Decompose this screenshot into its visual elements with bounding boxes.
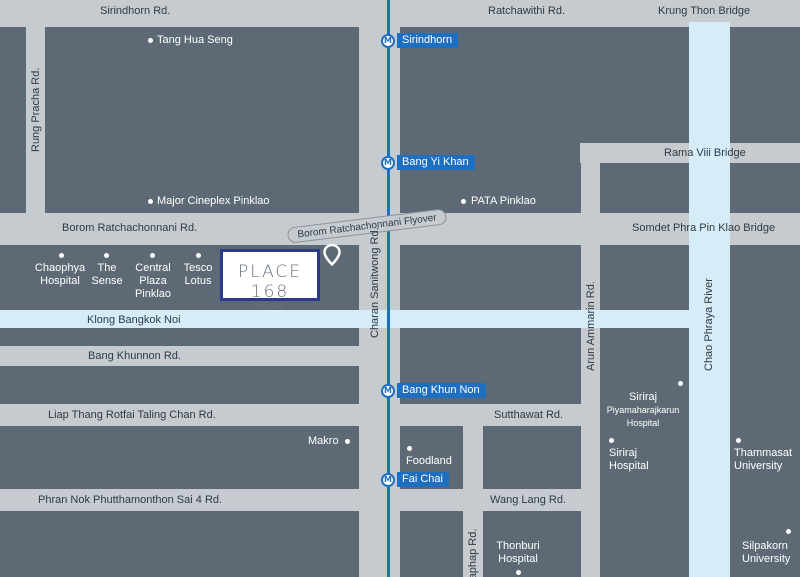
poi-dot (150, 253, 155, 258)
poi-line: Lotus (184, 275, 212, 287)
label-ratchawithi-rd: Ratchawithi Rd. (488, 5, 566, 17)
poi-line: The (97, 262, 117, 274)
label-sirindhorn-rd: Sirindhorn Rd. (100, 5, 171, 17)
poi-chaophya-hospital[interactable]: Chaophya Hospital (30, 262, 90, 288)
poi-thammasat[interactable]: Thammasat University (734, 447, 792, 473)
poi-dot (148, 199, 153, 204)
poi-dot (148, 38, 153, 43)
poi-line: Sense (91, 275, 123, 287)
poi-line: Tesco (183, 262, 213, 274)
poi-central-plaza[interactable]: Central Plaza Pinklao (128, 262, 178, 301)
poi-siriraj-hospital[interactable]: Siriraj Hospital (609, 447, 649, 473)
label-wang-lang-rd: Wang Lang Rd. (490, 494, 567, 506)
label-chao-phraya-river: Chao Phraya River (703, 278, 715, 371)
poi-siriraj-piyamaharajkarun[interactable]: Siriraj Piyamaharajkarun Hospital (598, 391, 688, 430)
rail-line (387, 0, 390, 577)
poi-thonburi-hospital[interactable]: Thonburi Hospital (488, 540, 548, 566)
poi-dot (516, 570, 521, 575)
label-somdet-bridge: Somdet Phra Pin Klao Bridge (632, 222, 776, 234)
metro-icon: M (381, 155, 395, 170)
poi-silpakorn[interactable]: Silpakorn University (742, 540, 790, 566)
station-label: Bang Yi Khan (397, 155, 475, 170)
label-borom-ratchachonnani-rd: Borom Ratchachonnani Rd. (62, 222, 198, 234)
label-sutthawat-rd: Sutthawat Rd. (494, 409, 564, 421)
place-sub: PINKLAO (255, 304, 285, 310)
poi-line: Pinklao (134, 288, 172, 300)
poi-dot (345, 439, 350, 444)
poi-line: Thonburi (496, 540, 540, 552)
label-rung-pracha-rd: Rung Pracha Rd. (30, 67, 42, 152)
poi-line: Chaophya (34, 262, 86, 274)
poi-major-cineplex[interactable]: Major Cineplex Pinklao (157, 195, 270, 208)
poi-line: Hospital (498, 553, 538, 565)
poi-dot (104, 253, 109, 258)
poi-line: Siriraj (609, 447, 638, 459)
metro-icon: M (381, 33, 395, 48)
poi-line: Piyamaharajkarun (606, 405, 680, 415)
poi-line: Hospital (609, 460, 649, 472)
poi-dot (786, 529, 791, 534)
poi-pata-pinklao[interactable]: PATA Pinklao (471, 195, 536, 208)
station-fai-chai[interactable]: M Fai Chai (381, 471, 449, 488)
label-charan-sanitwong-rd: Charan Sanitwong Rd. (369, 227, 381, 338)
poi-line: Central (135, 262, 171, 274)
poi-dot (461, 199, 466, 204)
label-bang-khunnon-rd: Bang Khunnon Rd. (88, 350, 181, 362)
label-rama-viii-bridge: Rama Viii Bridge (664, 147, 746, 159)
poi-dot (407, 446, 412, 451)
poi-line: University (742, 553, 791, 565)
poi-dot (678, 381, 683, 386)
station-label: Bang Khun Non (397, 383, 486, 398)
label-arun-ammarin-rd: Arun Ammarin Rd. (585, 281, 597, 371)
poi-makro[interactable]: Makro (308, 435, 339, 448)
label-itsaraphap-rd: raphap Rd. (467, 528, 479, 577)
poi-line: Hospital (40, 275, 80, 287)
poi-tang-hua-seng[interactable]: Tang Hua Seng (157, 34, 233, 47)
station-label: Sirindhorn (397, 33, 459, 48)
label-krung-thon-bridge: Krung Thon Bridge (658, 5, 751, 17)
poi-line: Silpakorn (742, 540, 788, 552)
metro-icon: M (381, 383, 395, 398)
label-phran-nok-rd: Phran Nok Phutthamonthon Sai 4 Rd. (38, 494, 223, 506)
poi-the-sense[interactable]: The Sense (88, 262, 126, 288)
poi-line: Hospital (626, 418, 660, 428)
station-label: Fai Chai (397, 472, 449, 487)
poi-line: University (734, 460, 783, 472)
poi-dot (736, 438, 741, 443)
poi-line: Siriraj (628, 391, 658, 403)
poi-foodland[interactable]: Foodland (406, 455, 452, 468)
station-sirindhorn[interactable]: M Sirindhorn (381, 32, 459, 49)
poi-line: Thammasat (734, 447, 793, 459)
place-168-logo[interactable]: PLACE 168 PINKLAO (220, 249, 320, 310)
poi-dot (196, 253, 201, 258)
label-liap-thang-rd: Liap Thang Rotfai Taling Chan Rd. (48, 409, 216, 421)
poi-dot (59, 253, 64, 258)
metro-icon: M (381, 472, 395, 487)
station-bang-yi-khan[interactable]: M Bang Yi Khan (381, 154, 475, 171)
map: Borom Ratchachonnani Flyover Sirindhorn … (0, 0, 800, 577)
place-name: PLACE 168 (237, 262, 303, 302)
label-klong-bangkok-noi: Klong Bangkok Noi (87, 314, 181, 326)
poi-line: Plaza (139, 275, 167, 287)
location-pin-icon[interactable] (323, 244, 341, 266)
poi-dot (609, 438, 614, 443)
station-bang-khun-non[interactable]: M Bang Khun Non (381, 382, 486, 399)
poi-tesco-lotus[interactable]: Tesco Lotus (178, 262, 218, 288)
